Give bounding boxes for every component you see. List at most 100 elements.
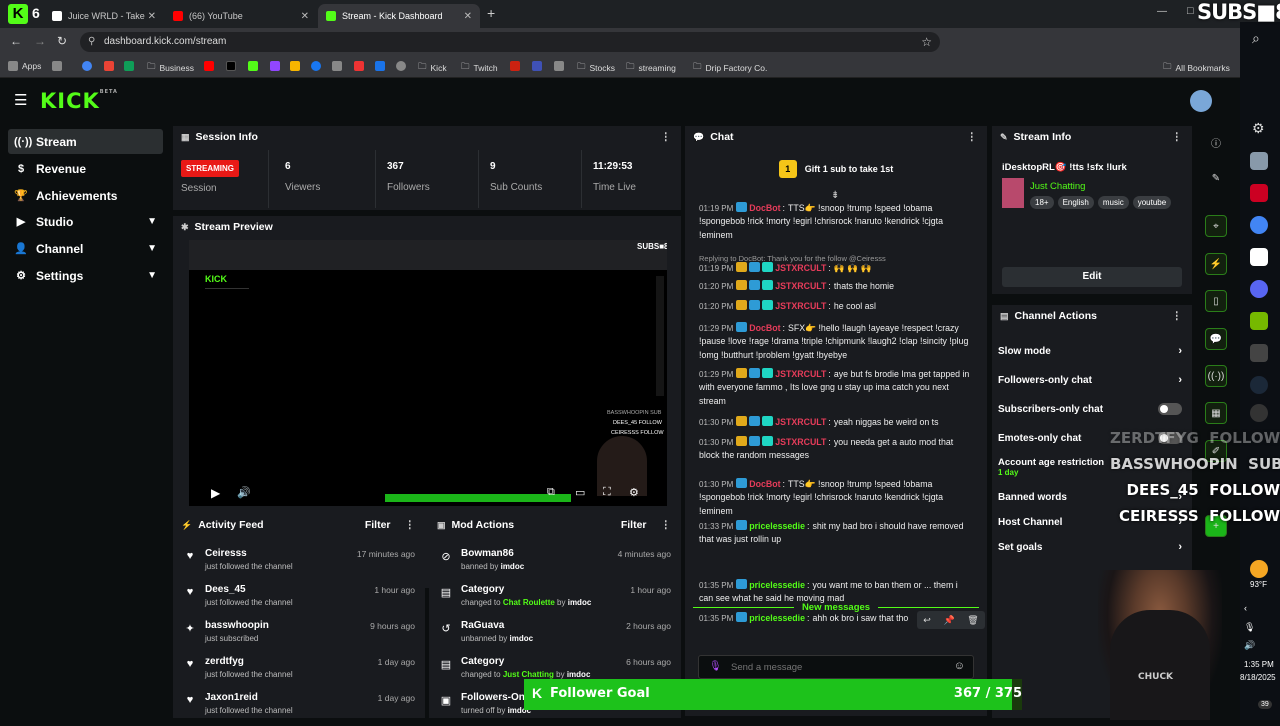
message-username[interactable]: pricelessedie [749, 521, 805, 531]
tab-youtube[interactable]: (66) YouTube ✕ [165, 4, 317, 28]
mod-action-item[interactable]: ▤ Category changed to Chat Roulette by imd… [429, 582, 681, 618]
bookmark-ext[interactable] [332, 61, 342, 71]
kebab-menu-icon[interactable]: ⋮ [1172, 310, 1183, 322]
calendar-icon[interactable]: ▦ [1205, 402, 1227, 424]
fullscreen-icon[interactable]: ⛶ [603, 486, 611, 499]
volume-icon[interactable]: 🔊 [237, 486, 251, 499]
kebab-menu-icon[interactable]: ⋮ [661, 519, 672, 531]
pencil-icon[interactable]: ✎ [1205, 167, 1227, 189]
obs-icon[interactable] [1250, 404, 1268, 422]
discord-icon[interactable] [1250, 280, 1268, 298]
action-followers-only[interactable]: Followers-only chat › [998, 374, 1182, 386]
taskbar-app-icon[interactable] [1250, 248, 1268, 266]
broadcast-icon[interactable]: ((·)) [1205, 365, 1227, 387]
chevron-up-icon[interactable]: ‹ [1244, 603, 1247, 613]
microphone-icon[interactable]: 🎙 [709, 661, 722, 672]
bookmark-drip-factory[interactable]: 🗀 Drip Factory Co. [693, 61, 767, 75]
chat-message[interactable]: 01:20 PM JSTXRCULT: thats the homie [699, 280, 971, 293]
kebab-menu-icon[interactable]: ⋮ [1172, 131, 1183, 143]
sidebar-item-achievements[interactable]: 🏆 Achievements [8, 183, 163, 208]
chat-message[interactable]: 01:30 PM JSTXRCULT: yeah niggas be weird o… [699, 416, 971, 429]
new-tab-button[interactable]: + [487, 5, 495, 21]
bookmark-youtube[interactable] [204, 61, 214, 71]
mod-by[interactable]: imdoc [568, 598, 592, 607]
pip-icon[interactable]: ⧉ [547, 486, 555, 499]
activity-item[interactable]: ♥ Ceiresss just followed the channel 17 min… [173, 546, 425, 582]
bookmark-x[interactable] [226, 61, 236, 71]
bookmark-google[interactable] [82, 61, 92, 71]
play-icon[interactable]: ▶ [211, 486, 220, 500]
bookmark-stocks[interactable]: 🗀 Stocks [577, 61, 615, 75]
document-icon[interactable]: ▯ [1205, 290, 1227, 312]
pin-icon[interactable]: 📌 [943, 615, 954, 626]
theater-icon[interactable]: ▭ [575, 486, 585, 499]
chat-message[interactable]: 01:30 PM JSTXRCULT: you needa get a auto m… [699, 436, 971, 463]
mod-action-item[interactable]: ↺ RaGuava unbanned by imdoc 2 hours ago [429, 618, 681, 654]
chat-input[interactable] [731, 659, 931, 675]
mod-by[interactable]: imdoc [501, 562, 525, 571]
tag[interactable]: music [1097, 196, 1129, 209]
tab-kick-dashboard[interactable]: Stream - Kick Dashboard ✕ [318, 4, 480, 28]
mic-icon[interactable]: 🎙 [1244, 622, 1255, 633]
close-icon[interactable]: ✕ [464, 11, 472, 22]
sidebar-item-channel[interactable]: 👤 Channel ▼ [8, 236, 163, 261]
bookmark-twitch[interactable] [270, 61, 280, 71]
kebab-menu-icon[interactable]: ⋮ [967, 131, 978, 143]
chrome-icon[interactable] [1250, 216, 1268, 234]
category-link[interactable]: Just Chatting [1030, 181, 1085, 192]
steam-icon[interactable] [1250, 376, 1268, 394]
mod-by[interactable]: imdoc [510, 634, 534, 643]
activity-item[interactable]: ♥ Jaxon1reid just followed the channel 1 da… [173, 690, 425, 726]
activity-item[interactable]: ♥ zerdtfyg just followed the channel 1 day … [173, 654, 425, 690]
chat-message[interactable]: 01:19 PM DocBot: TTS👉 !snoop !trump !speed… [699, 202, 971, 242]
user-avatar[interactable] [1190, 90, 1212, 112]
tag[interactable]: youtube [1132, 196, 1172, 209]
chat-message[interactable]: 01:19 PM JSTXRCULT: 🙌 🙌 🙌 [699, 262, 971, 275]
back-icon[interactable]: ← [10, 34, 22, 48]
action-slow-mode[interactable]: Slow mode › [998, 345, 1182, 357]
chat-message[interactable]: 01:30 PM DocBot: TTS👉 !snoop !trump !speed… [699, 478, 971, 518]
bookmark-ext[interactable] [532, 61, 542, 71]
minimize-button[interactable]: — [1157, 6, 1167, 17]
chat-message[interactable]: 01:33 PM pricelessedie: shit my bad bro i … [699, 520, 971, 547]
maximize-button[interactable]: □ [1187, 5, 1194, 17]
delete-icon[interactable]: 🗑 [967, 615, 978, 626]
bookmark-kick[interactable] [248, 61, 258, 71]
mod-by[interactable]: imdoc [567, 670, 591, 679]
bookmark-kick-folder[interactable]: 🗀 Kick [418, 61, 447, 75]
message-username[interactable]: JSTXRCULT [775, 369, 826, 379]
close-icon[interactable]: ✕ [301, 11, 309, 22]
message-username[interactable]: DocBot [749, 479, 780, 489]
chat-message[interactable]: 01:29 PM JSTXRCULT: aye but fs brodie Ima … [699, 368, 971, 408]
forward-icon[interactable]: → [34, 34, 46, 48]
message-username[interactable]: pricelessedie [749, 580, 805, 590]
bookmark-ext[interactable] [375, 61, 385, 71]
filter-button[interactable]: Filter [621, 519, 647, 531]
message-username[interactable]: DocBot [749, 323, 780, 333]
bookmark-drive[interactable] [124, 61, 134, 71]
mod-category[interactable]: Just Chatting [503, 670, 554, 679]
bookmark-apps[interactable]: Apps [8, 61, 41, 71]
notification-badge[interactable]: 39 [1258, 700, 1272, 709]
message-username[interactable]: JSTXRCULT [775, 301, 826, 311]
bookmark-ext[interactable] [510, 61, 520, 71]
sidebar-item-settings[interactable]: ⚙ Settings ▼ [8, 263, 163, 288]
settings-gear-icon[interactable]: ⚙ [1252, 120, 1265, 137]
message-username[interactable]: JSTXRCULT [775, 281, 826, 291]
pin-icon[interactable]: ⇟ [831, 190, 839, 201]
kebab-menu-icon[interactable]: ⋮ [661, 131, 672, 143]
bookmark-facebook[interactable] [311, 61, 321, 71]
kick-logo[interactable]: KICKBETA [40, 89, 118, 113]
bookmark-grid[interactable] [52, 61, 62, 71]
message-username[interactable]: JSTXRCULT [775, 417, 826, 427]
emoji-icon[interactable]: ☺ [954, 660, 965, 672]
message-username[interactable]: pricelessedie [749, 613, 805, 623]
bookmark-business[interactable]: 🗀 Business [147, 61, 194, 75]
chat-message[interactable]: 01:20 PM JSTXRCULT: he cool asl [699, 300, 971, 313]
bookmark-ext[interactable] [554, 61, 564, 71]
kebab-menu-icon[interactable]: ⋮ [405, 519, 416, 531]
sidebar-item-studio[interactable]: ▶ Studio ▼ [8, 209, 163, 234]
bolt-icon[interactable]: ⚡ [1205, 253, 1227, 275]
message-username[interactable]: JSTXRCULT [775, 437, 826, 447]
message-username[interactable]: DocBot [749, 203, 780, 213]
